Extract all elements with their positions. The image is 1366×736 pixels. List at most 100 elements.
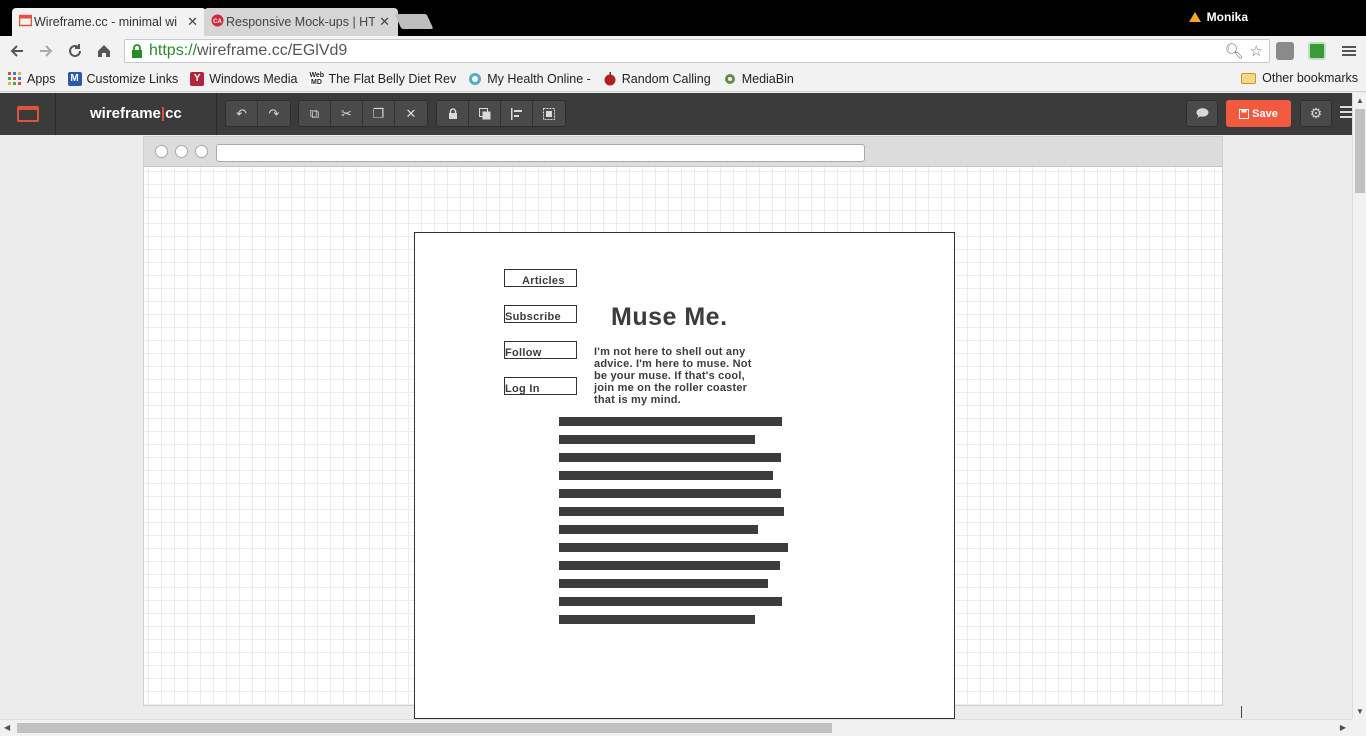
bookmark-flat-belly[interactable]: Web MD The Flat Belly Diet Rev	[309, 71, 456, 86]
forward-button[interactable]	[35, 40, 57, 62]
close-icon[interactable]: ✕	[379, 14, 390, 30]
bookmark-label: Windows Media	[209, 71, 298, 86]
copy-button[interactable]: ⧉	[299, 101, 331, 126]
group-button[interactable]	[533, 101, 565, 126]
mock-window-dot	[155, 145, 168, 158]
extension-green-icon[interactable]	[1308, 42, 1326, 60]
home-button[interactable]	[93, 40, 115, 62]
app-menu-button[interactable]	[0, 93, 56, 135]
lock-button[interactable]	[437, 101, 469, 126]
placeholder-text-line[interactable]	[559, 507, 784, 516]
chrome-menu-button[interactable]	[1338, 40, 1360, 62]
placeholder-text-line[interactable]	[559, 543, 788, 552]
grid-area[interactable]: Articles Subscribe Follow Log In Muse Me…	[144, 167, 1222, 719]
arrange-tools	[436, 100, 566, 127]
vertical-scrollbar[interactable]: ▲ ▼	[1352, 93, 1366, 719]
undo-icon: ↶	[236, 105, 247, 121]
history-tools: ↶ ↷	[225, 100, 291, 127]
nav-button-subscribe[interactable]: Subscribe	[504, 305, 577, 323]
settings-button[interactable]: ⚙	[1300, 100, 1332, 127]
placeholder-text-line[interactable]	[559, 417, 782, 426]
new-tab-button[interactable]	[394, 14, 434, 29]
placeholder-text-line[interactable]	[559, 435, 755, 444]
scroll-down-arrow-icon[interactable]: ▼	[1356, 707, 1364, 716]
apple-icon	[604, 71, 616, 85]
placeholder-text-line[interactable]	[559, 453, 781, 462]
horizontal-scrollbar[interactable]: ◀ ▶	[0, 719, 1352, 736]
other-bookmarks[interactable]: Other bookmarks	[1241, 71, 1358, 85]
bookmark-label: MediaBin	[741, 71, 794, 86]
tab-title: Wireframe.cc - minimal wi	[34, 15, 178, 29]
m-icon: M	[67, 71, 82, 86]
bookmark-mediabin[interactable]: MediaBin	[723, 72, 794, 86]
warning-icon	[1188, 12, 1201, 22]
lock-icon	[132, 44, 142, 58]
nav-button-articles[interactable]: Articles	[504, 269, 577, 287]
scroll-right-arrow-icon[interactable]: ▶	[1340, 723, 1346, 732]
bring-front-button[interactable]	[469, 101, 501, 126]
align-left-icon	[510, 107, 522, 120]
vertical-scroll-thumb[interactable]	[1355, 109, 1365, 193]
bookmark-apps[interactable]: Apps	[8, 71, 56, 86]
page-title[interactable]: Muse Me.	[611, 303, 728, 332]
wireframe-page-box[interactable]: Articles Subscribe Follow Log In Muse Me…	[414, 232, 955, 719]
extension-icon[interactable]	[1276, 42, 1294, 60]
scroll-up-arrow-icon[interactable]: ▲	[1356, 96, 1364, 105]
placeholder-text-line[interactable]	[559, 561, 780, 570]
home-icon	[98, 45, 110, 57]
scroll-left-arrow-icon[interactable]: ◀	[4, 723, 10, 732]
bookmark-my-health[interactable]: My Health Online -	[468, 72, 591, 86]
bookmark-windows-media[interactable]: Y Windows Media	[190, 71, 298, 86]
app-menu-toggle[interactable]	[1340, 103, 1352, 123]
hamburger-icon	[1342, 46, 1356, 56]
bookmark-label: Customize Links	[86, 71, 179, 86]
redo-icon: ↷	[268, 105, 280, 121]
cut-button[interactable]: ✂	[331, 101, 363, 126]
delete-button[interactable]: ✕	[395, 101, 427, 126]
save-label: Save	[1252, 107, 1278, 120]
save-button[interactable]: Save	[1226, 100, 1291, 127]
nav-button-log-in[interactable]: Log In	[504, 377, 577, 395]
placeholder-text-line[interactable]	[559, 579, 768, 588]
align-button[interactable]	[501, 101, 533, 126]
placeholder-text-line[interactable]	[559, 489, 781, 498]
bookmark-label: Random Calling	[621, 71, 711, 86]
paste-button[interactable]: ❐	[363, 101, 395, 126]
bookmark-star-icon[interactable]: ☆	[1250, 42, 1263, 60]
redo-button[interactable]: ↷	[258, 101, 290, 126]
back-button[interactable]	[6, 40, 28, 62]
lock-icon	[448, 108, 457, 119]
profile-button[interactable]: Monika	[1188, 10, 1248, 24]
intro-text[interactable]: I'm not here to shell out any advice. I'…	[594, 346, 764, 406]
horizontal-scroll-thumb[interactable]	[17, 723, 832, 733]
tab-responsive-mockups[interactable]: CA Responsive Mock-ups | HT ✕	[204, 8, 398, 36]
comments-button[interactable]	[1186, 100, 1218, 127]
placeholder-text-line[interactable]	[559, 615, 755, 624]
tab-title: Responsive Mock-ups | HT	[226, 15, 376, 29]
placeholder-text-line[interactable]	[559, 525, 758, 534]
nav-label: Articles	[522, 275, 565, 287]
group-icon	[543, 107, 555, 120]
undo-button[interactable]: ↶	[226, 101, 258, 126]
nav-button-follow[interactable]: Follow	[504, 341, 577, 359]
tab-wireframe[interactable]: Wireframe.cc - minimal wi ✕	[12, 8, 206, 36]
mock-url-bar[interactable]	[216, 144, 865, 162]
bookmark-customize-links[interactable]: M Customize Links	[67, 71, 179, 86]
placeholder-text-line[interactable]	[559, 597, 782, 606]
intro-line: that is my mind.	[594, 394, 681, 406]
reload-button[interactable]	[64, 40, 86, 62]
mock-browser-bar	[144, 137, 1222, 167]
wireframe-canvas[interactable]: Articles Subscribe Follow Log In Muse Me…	[143, 136, 1223, 719]
intro-line: advice. I'm here to muse. Not	[594, 358, 752, 370]
address-bar[interactable]: https://wireframe.cc/EGlVd9 🔍︎ ☆	[124, 39, 1270, 63]
bookmark-random-calling[interactable]: Random Calling	[603, 71, 711, 86]
close-icon[interactable]: ✕	[187, 14, 198, 30]
mock-window-dot	[195, 145, 208, 158]
zoom-icon[interactable]: 🔍︎	[1225, 42, 1244, 60]
canvas-resize-handle[interactable]	[1230, 706, 1242, 718]
intro-line: I'm not here to shell out any	[594, 346, 746, 358]
floppy-disk-icon	[1239, 108, 1250, 119]
bookmarks-bar: Apps M Customize Links Y Windows Media W…	[0, 66, 1366, 92]
bookmark-label: My Health Online -	[487, 71, 591, 86]
placeholder-text-line[interactable]	[559, 471, 773, 480]
